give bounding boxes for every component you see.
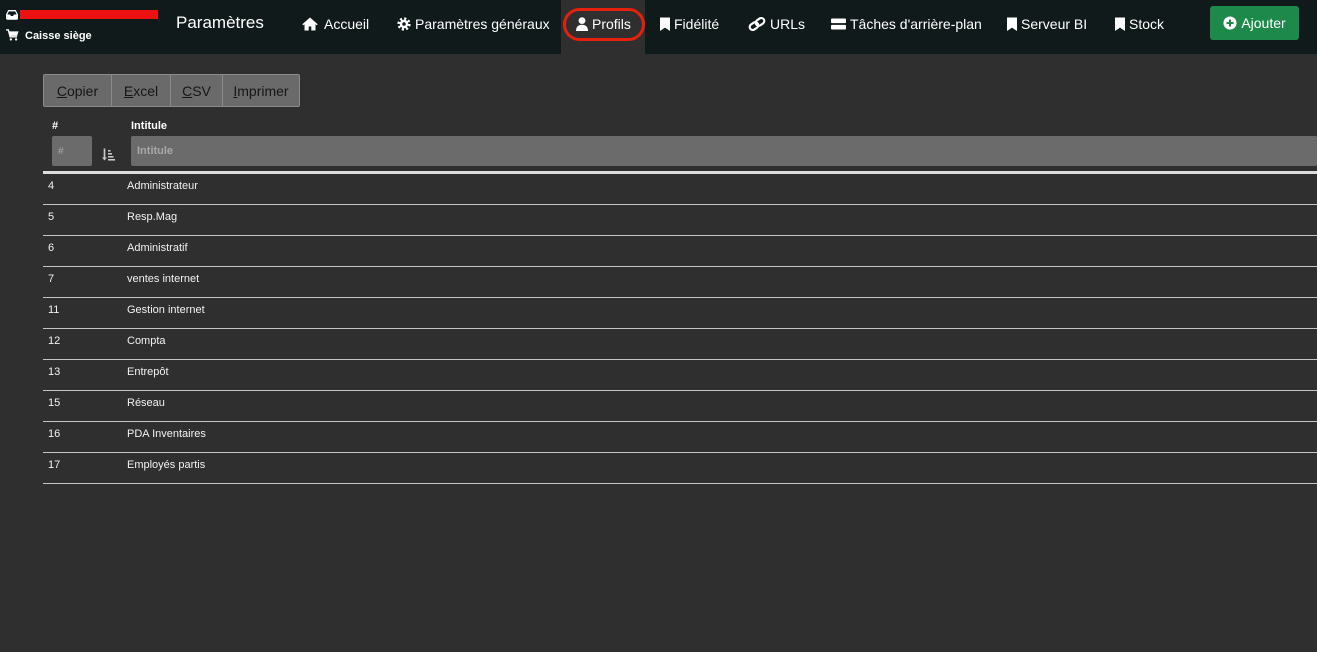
cell-intitule: Entrepôt bbox=[127, 366, 169, 378]
nav-item-profils[interactable]: Profils bbox=[561, 0, 645, 54]
redacted-user-name bbox=[20, 10, 158, 19]
inbox-icon[interactable] bbox=[6, 9, 18, 20]
nav-item-parametres-generaux[interactable]: Paramètres généraux bbox=[382, 0, 561, 54]
table-body: 4 Administrateur 5 Resp.Mag 6 Administra… bbox=[43, 174, 1317, 484]
nav-item-stock[interactable]: Stock bbox=[1100, 0, 1178, 54]
cell-intitule: ventes internet bbox=[127, 273, 200, 285]
bookmark-icon bbox=[1007, 17, 1017, 31]
copy-button-label: Copier bbox=[56, 82, 99, 99]
cell-id: 16 bbox=[48, 428, 61, 440]
cell-id: 15 bbox=[48, 397, 61, 409]
table-row[interactable]: 13 Entrepôt bbox=[43, 360, 1317, 391]
table-row[interactable]: 4 Administrateur bbox=[43, 174, 1317, 205]
nav-item-label: Serveur BI bbox=[1021, 16, 1088, 32]
excel-button-label: Excel bbox=[123, 82, 159, 99]
cart-icon bbox=[6, 29, 19, 41]
cell-id: 17 bbox=[48, 459, 61, 471]
cell-id: 5 bbox=[48, 211, 55, 223]
link-icon bbox=[748, 17, 766, 31]
store-label[interactable]: Caisse siège bbox=[25, 29, 92, 43]
csv-button-label: CSV bbox=[182, 82, 211, 99]
nav-item-fidelite[interactable]: Fidélité bbox=[645, 0, 733, 54]
intitule-filter-input[interactable] bbox=[131, 136, 1317, 166]
table-row[interactable]: 15 Réseau bbox=[43, 391, 1317, 422]
cell-intitule: Employés partis bbox=[127, 459, 206, 471]
user-icon bbox=[576, 17, 588, 31]
top-navbar: Caisse siège Paramètres Accueil Paramètr… bbox=[0, 0, 1317, 54]
cell-intitule: PDA Inventaires bbox=[127, 428, 206, 440]
column-header-id[interactable]: # bbox=[52, 116, 58, 136]
cell-intitule: Administrateur bbox=[127, 180, 198, 192]
id-filter-input[interactable] bbox=[52, 136, 92, 166]
brand-title[interactable]: Paramètres bbox=[176, 12, 264, 34]
nav-item-accueil[interactable]: Accueil bbox=[287, 0, 382, 54]
plus-circle-icon bbox=[1223, 16, 1237, 30]
excel-button[interactable]: Excel bbox=[111, 75, 170, 106]
cell-id: 6 bbox=[48, 242, 55, 254]
server-icon bbox=[831, 18, 846, 30]
cell-id: 12 bbox=[48, 335, 61, 347]
table-row[interactable]: 16 PDA Inventaires bbox=[43, 422, 1317, 453]
add-button[interactable]: Ajouter bbox=[1210, 6, 1299, 40]
cell-intitule: Gestion internet bbox=[127, 304, 205, 316]
csv-button[interactable]: CSV bbox=[170, 75, 222, 106]
print-button-label: Imprimer bbox=[233, 82, 289, 99]
nav-item-serveur-bi[interactable]: Serveur BI bbox=[992, 0, 1100, 54]
nav-item-label: Fidélité bbox=[674, 16, 720, 32]
table-row[interactable]: 17 Employés partis bbox=[43, 453, 1317, 484]
cell-intitule: Administratif bbox=[127, 242, 188, 254]
nav-item-label: Paramètres généraux bbox=[415, 16, 550, 32]
nav-item-label: Tâches d'arrière-plan bbox=[850, 16, 982, 32]
table-row[interactable]: 5 Resp.Mag bbox=[43, 205, 1317, 236]
cell-intitule: Resp.Mag bbox=[127, 211, 178, 223]
table-row[interactable]: 6 Administratif bbox=[43, 236, 1317, 267]
bookmark-icon bbox=[660, 17, 670, 31]
gear-icon bbox=[397, 17, 411, 31]
nav-item-taches-arriere-plan[interactable]: Tâches d'arrière-plan bbox=[816, 0, 992, 54]
column-header-intitule[interactable]: Intitule bbox=[131, 116, 167, 136]
nav-item-label: Stock bbox=[1129, 16, 1165, 32]
add-button-label: Ajouter bbox=[1241, 15, 1286, 31]
cell-id: 11 bbox=[48, 304, 60, 316]
table-row[interactable]: 12 Compta bbox=[43, 329, 1317, 360]
cell-id: 7 bbox=[48, 273, 55, 285]
nav-item-urls[interactable]: URLs bbox=[733, 0, 816, 54]
cell-intitule: Compta bbox=[127, 335, 166, 347]
cell-id: 13 bbox=[48, 366, 61, 378]
nav-item-label: Accueil bbox=[324, 16, 370, 32]
cell-id: 4 bbox=[48, 180, 55, 192]
nav-item-label: URLs bbox=[770, 16, 806, 32]
cell-intitule: Réseau bbox=[127, 397, 165, 409]
copy-button[interactable]: Copier bbox=[44, 75, 111, 106]
sort-amount-icon[interactable] bbox=[102, 148, 115, 161]
nav-item-label: Profils bbox=[592, 16, 631, 32]
table-row[interactable]: 11 Gestion internet bbox=[43, 298, 1317, 329]
print-button[interactable]: Imprimer bbox=[222, 75, 299, 106]
home-icon bbox=[302, 17, 318, 31]
profiles-table: # Intitule 4 Administrateur 5 Resp.Mag 6… bbox=[43, 116, 1317, 484]
bookmark-icon bbox=[1115, 17, 1125, 31]
table-row[interactable]: 7 ventes internet bbox=[43, 267, 1317, 298]
export-toolbar: Copier Excel CSV Imprimer bbox=[43, 74, 300, 107]
